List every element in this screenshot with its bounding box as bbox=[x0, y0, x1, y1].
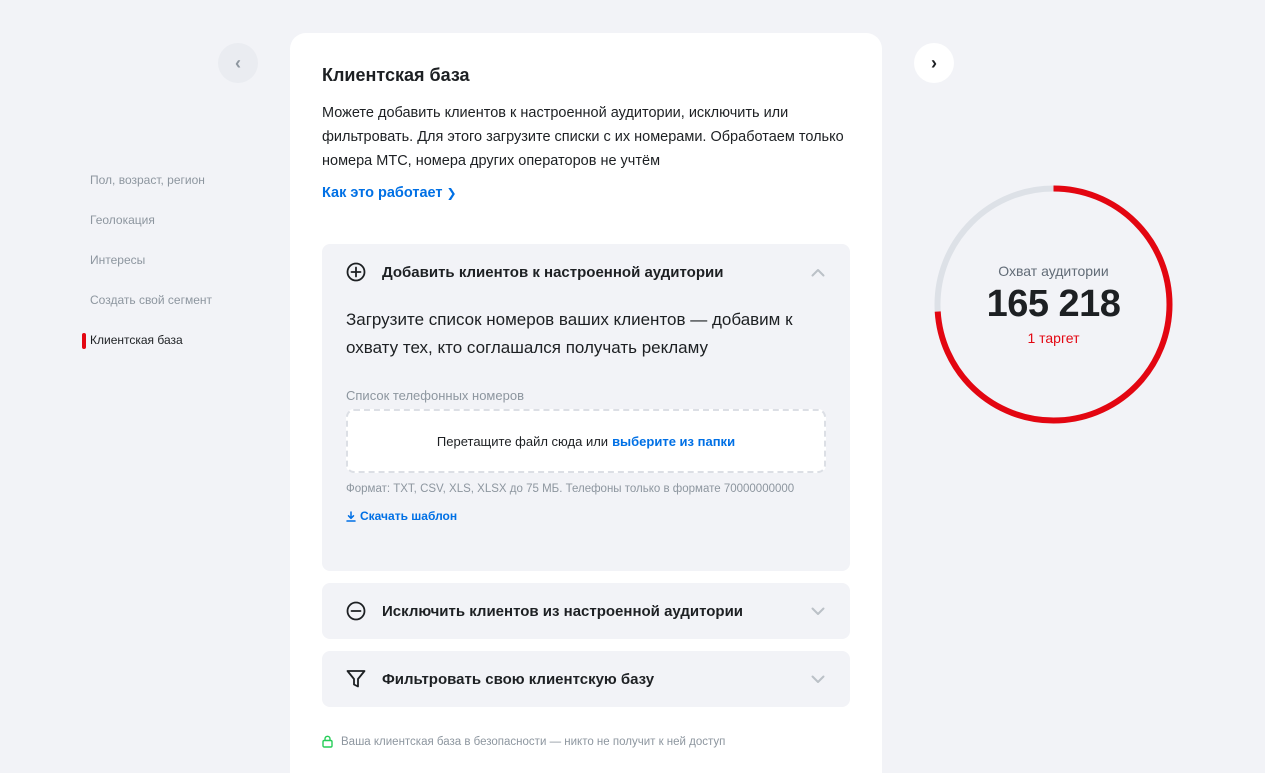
chevron-up-icon bbox=[810, 264, 826, 280]
prev-button[interactable]: ‹ bbox=[218, 43, 258, 83]
phone-list-label: Список телефонных номеров bbox=[346, 388, 524, 403]
add-clients-panel: Добавить клиентов к настроенной аудитори… bbox=[322, 244, 850, 571]
chevron-right-icon: › bbox=[931, 52, 937, 73]
file-dropzone[interactable]: Перетащите файл сюда или выберите из пап… bbox=[346, 409, 826, 473]
exclude-clients-title: Исключить клиентов из настроенной аудито… bbox=[382, 602, 744, 620]
download-icon bbox=[346, 510, 356, 522]
filter-clients-panel[interactable]: Фильтровать свою клиентскую базу bbox=[322, 651, 850, 707]
format-note: Формат: TXT, CSV, XLS, XLSX до 75 МБ. Те… bbox=[346, 483, 795, 495]
sidebar-item-geolocation[interactable]: Геолокация bbox=[82, 200, 272, 240]
choose-file-link[interactable]: выберите из папки bbox=[612, 434, 735, 449]
upload-lead-text: Загрузите список номеров ваших клиентов … bbox=[346, 310, 793, 357]
exclude-clients-header[interactable]: Исключить клиентов из настроенной аудито… bbox=[346, 583, 826, 639]
audience-reach-widget: Охват аудитории 165 218 1 таргет bbox=[932, 183, 1175, 426]
plus-circle-icon bbox=[346, 262, 366, 282]
client-base-card: Клиентская база Можете добавить клиентов… bbox=[290, 33, 882, 773]
add-clients-title: Добавить клиентов к настроенной аудитори… bbox=[382, 263, 724, 281]
add-clients-body: Загрузите список номеров ваших клиентов … bbox=[346, 300, 826, 527]
security-note: Ваша клиентская база в безопасности — ни… bbox=[322, 735, 850, 748]
download-template-label: Скачать шаблон bbox=[360, 509, 458, 523]
filter-clients-title: Фильтровать свою клиентскую базу bbox=[382, 670, 655, 688]
chevron-down-icon bbox=[810, 671, 826, 687]
sidebar-item-client-base[interactable]: Клиентская база bbox=[82, 320, 272, 360]
reach-target-count: 1 таргет bbox=[1027, 330, 1080, 346]
page-title: Клиентская база bbox=[322, 65, 470, 85]
reach-label: Охват аудитории bbox=[998, 263, 1109, 279]
exclude-clients-panel[interactable]: Исключить клиентов из настроенной аудито… bbox=[322, 583, 850, 639]
filter-clients-header[interactable]: Фильтровать свою клиентскую базу bbox=[346, 651, 826, 707]
reach-value: 165 218 bbox=[986, 283, 1121, 325]
sidebar-item-label: Клиентская база bbox=[90, 333, 183, 347]
download-template-link[interactable]: Скачать шаблон bbox=[346, 509, 457, 523]
sidebar: Пол, возраст, регион Геолокация Интересы… bbox=[82, 160, 272, 360]
reach-text: Охват аудитории 165 218 1 таргет bbox=[932, 183, 1175, 426]
sidebar-item-custom-segment[interactable]: Создать свой сегмент bbox=[82, 280, 272, 320]
chevron-right-icon: ❯ bbox=[446, 186, 457, 200]
chevron-left-icon: ‹ bbox=[235, 52, 241, 73]
security-note-text: Ваша клиентская база в безопасности — ни… bbox=[341, 735, 726, 748]
sidebar-item-label: Интересы bbox=[90, 253, 146, 267]
sidebar-item-demographics[interactable]: Пол, возраст, регион bbox=[82, 160, 272, 200]
how-it-works-label: Как это работает bbox=[322, 185, 443, 201]
sidebar-item-label: Пол, возраст, регион bbox=[90, 173, 205, 187]
card-description: Можете добавить клиентов к настроенной а… bbox=[322, 105, 844, 169]
add-clients-header[interactable]: Добавить клиентов к настроенной аудитори… bbox=[346, 244, 826, 300]
how-it-works-link[interactable]: Как это работает ❯ bbox=[322, 185, 457, 201]
dropzone-text: Перетащите файл сюда или bbox=[436, 433, 609, 449]
funnel-icon bbox=[346, 669, 366, 689]
chevron-down-icon bbox=[810, 603, 826, 619]
next-button[interactable]: › bbox=[914, 43, 954, 83]
sidebar-item-label: Создать свой сегмент bbox=[90, 293, 212, 307]
sidebar-item-interests[interactable]: Интересы bbox=[82, 240, 272, 280]
lock-icon bbox=[322, 735, 333, 748]
sidebar-item-label: Геолокация bbox=[90, 213, 155, 227]
minus-circle-icon bbox=[346, 601, 366, 621]
